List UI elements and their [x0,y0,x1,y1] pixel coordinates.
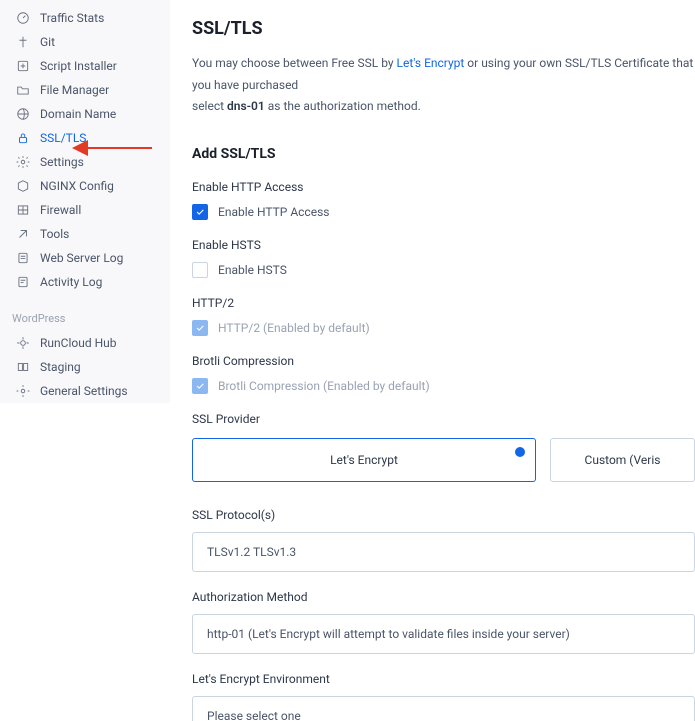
sidebar-item-file-manager[interactable]: File Manager [0,78,170,102]
sidebar-item-nginx-config[interactable]: NGINX Config [0,174,170,198]
log-icon [16,251,30,265]
sidebar-item-script-installer[interactable]: Script Installer [0,54,170,78]
globe-icon [16,107,30,121]
sidebar-item-general-settings[interactable]: General Settings [0,379,170,403]
sidebar-item-web-server-log[interactable]: Web Server Log [0,246,170,270]
selected-dot-icon [515,447,525,457]
sidebar-item-label: Staging [40,360,81,374]
brotli-cb-label: Brotli Compression (Enabled by default) [218,379,430,393]
sidebar-item-label: Traffic Stats [40,11,104,25]
intro-text: You may choose between Free SSL by Let's… [192,53,695,118]
activity-icon [16,275,30,289]
http2-label: HTTP/2 [192,296,695,310]
sidebar-item-label: RunCloud Hub [40,336,116,350]
sidebar-item-label: NGINX Config [40,179,114,193]
sidebar-item-label: Domain Name [40,107,116,121]
auth-method-label: Authorization Method [192,590,695,604]
sidebar-item-firewall[interactable]: Firewall [0,198,170,222]
sidebar-item-tools[interactable]: Tools [0,222,170,246]
brotli-checkbox[interactable] [192,378,208,394]
enable-http-label: Enable HTTP Access [192,180,695,194]
sidebar-item-label: Web Server Log [40,251,123,265]
ssl-provider-label: SSL Provider [192,412,695,426]
sidebar: Traffic Stats Git Script Installer File … [0,0,170,403]
folder-icon [16,83,30,97]
tools-icon [16,227,30,241]
auth-method-select[interactable]: http-01 (Let's Encrypt will attempt to v… [192,614,695,654]
sidebar-group-wordpress: WordPress [0,294,170,331]
sidebar-item-label: Script Installer [40,59,117,73]
sidebar-item-label: File Manager [40,83,109,97]
staging-icon [16,360,30,374]
sidebar-item-staging[interactable]: Staging [0,355,170,379]
sidebar-item-label: Activity Log [40,275,102,289]
section-title: Add SSL/TLS [192,146,695,162]
provider-lets-encrypt[interactable]: Let's Encrypt [192,438,536,482]
sidebar-item-label: General Settings [40,384,128,398]
enable-hsts-checkbox[interactable] [192,262,208,278]
sidebar-item-domain-name[interactable]: Domain Name [0,102,170,126]
http2-cb-label: HTTP/2 (Enabled by default) [218,321,370,335]
le-env-select[interactable]: Please select one [192,696,695,721]
sidebar-item-git[interactable]: Git [0,30,170,54]
sidebar-item-label: Git [40,35,55,49]
provider-custom[interactable]: Custom (Veris [550,438,695,482]
script-icon [16,59,30,73]
http2-checkbox[interactable] [192,320,208,336]
sidebar-item-traffic-stats[interactable]: Traffic Stats [0,6,170,30]
gauge-icon [16,11,30,25]
ssl-protocols-label: SSL Protocol(s) [192,508,695,522]
firewall-icon [16,203,30,217]
le-env-label: Let's Encrypt Environment [192,672,695,686]
enable-http-cb-label: Enable HTTP Access [218,205,329,219]
page-title: SSL/TLS [192,18,695,39]
enable-hsts-cb-label: Enable HSTS [218,263,287,277]
gear-icon [16,155,30,169]
sidebar-item-label: Firewall [40,203,81,217]
sidebar-item-label: Tools [40,227,69,241]
sidebar-item-activity-log[interactable]: Activity Log [0,270,170,294]
gear-icon [16,384,30,398]
lock-icon [16,131,30,145]
lets-encrypt-link[interactable]: Let's Encrypt [397,56,465,70]
sidebar-item-runcloud-hub[interactable]: RunCloud Hub [0,331,170,355]
ssl-protocols-select[interactable]: TLSv1.2 TLSv1.3 [192,532,695,572]
hub-icon [16,336,30,350]
enable-hsts-label: Enable HSTS [192,238,695,252]
git-icon [16,35,30,49]
annotation-arrow [72,138,152,158]
brotli-label: Brotli Compression [192,354,695,368]
enable-http-checkbox[interactable] [192,204,208,220]
nginx-icon [16,179,30,193]
main-content: SSL/TLS You may choose between Free SSL … [170,0,695,721]
